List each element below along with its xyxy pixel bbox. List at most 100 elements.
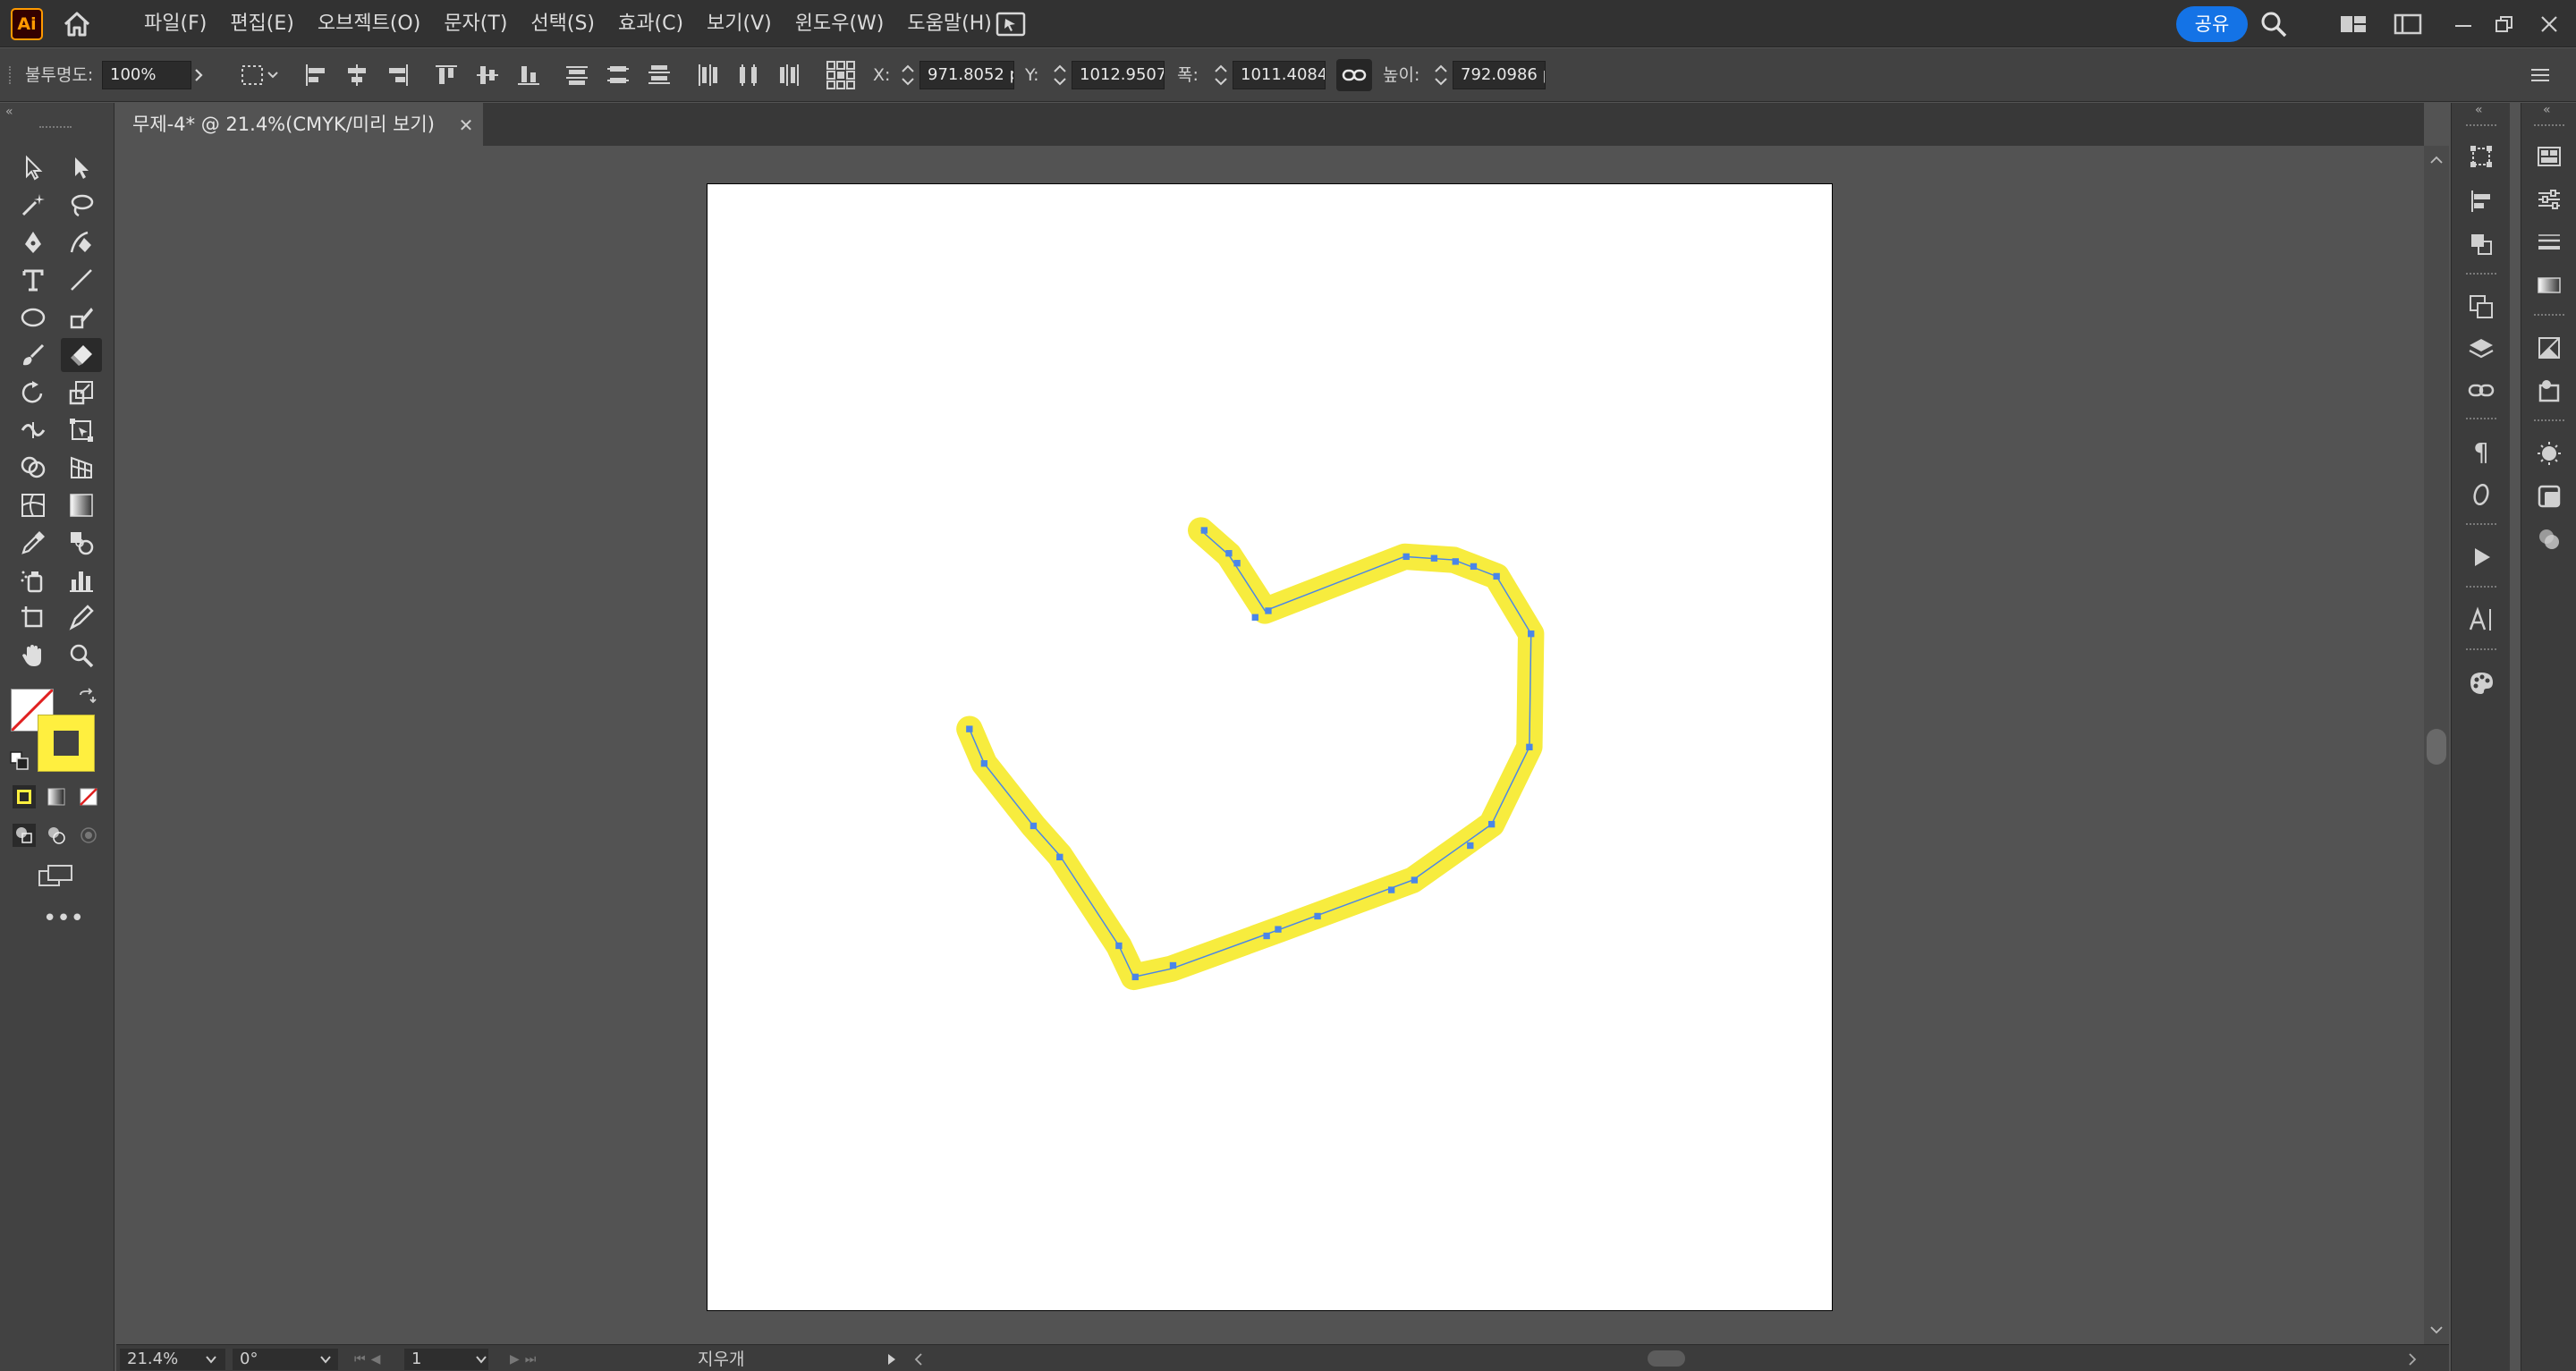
mesh-tool-icon[interactable]	[13, 488, 54, 522]
artboard-next-last-icon[interactable]: ▶⏭	[510, 1352, 541, 1367]
appearance-panel-icon[interactable]	[2529, 436, 2569, 471]
type-tool-icon[interactable]	[13, 263, 54, 297]
align-right-icon[interactable]	[383, 59, 413, 91]
height-stepper-icon[interactable]	[1431, 59, 1451, 91]
pathfinder-panel-icon[interactable]	[2462, 226, 2501, 262]
color-mode-icon[interactable]	[13, 785, 36, 808]
stroke-panel-icon[interactable]	[2529, 224, 2569, 260]
symbol-sprayer-tool-icon[interactable]	[13, 563, 54, 597]
curvature-tool-icon[interactable]	[61, 225, 102, 259]
magic-wand-tool-icon[interactable]	[13, 188, 54, 222]
x-position-input[interactable]: 971.8052 p	[919, 61, 1014, 89]
select-similar-icon[interactable]	[238, 59, 281, 91]
status-menu-arrow-icon[interactable]	[886, 1352, 898, 1367]
distribute-hcenter-icon[interactable]	[733, 59, 764, 91]
x-stepper-icon[interactable]	[898, 59, 918, 91]
properties-panel-icon[interactable]	[2529, 139, 2569, 174]
collapse-icon[interactable]: «	[2475, 103, 2483, 117]
eraser-icon[interactable]	[61, 338, 102, 372]
link-icon[interactable]	[1336, 59, 1372, 91]
menu-lines-icon[interactable]	[2522, 59, 2558, 91]
layers-icon[interactable]	[2462, 332, 2501, 368]
artboards-panel-icon[interactable]	[2462, 289, 2501, 325]
distribute-vcenter-icon[interactable]	[603, 59, 633, 91]
minimize-icon[interactable]	[2445, 9, 2481, 39]
free-transform-tool-icon[interactable]	[61, 413, 102, 447]
graphic-styles-icon[interactable]	[2529, 478, 2569, 514]
artboard-first-prev-icon[interactable]: ⏮◀	[354, 1352, 386, 1367]
panel-layout-icon[interactable]	[2390, 9, 2426, 39]
swap-fill-stroke-icon[interactable]	[77, 688, 97, 707]
draw-normal-icon[interactable]	[13, 824, 36, 847]
reference-point-icon[interactable]	[823, 59, 859, 91]
asset-export-icon[interactable]	[2529, 373, 2569, 409]
draw-inside-icon[interactable]	[77, 824, 100, 847]
pen-tool-icon[interactable]	[13, 225, 54, 259]
width-stepper-icon[interactable]	[1211, 59, 1231, 91]
scale-tool-icon[interactable]	[61, 376, 102, 410]
selection-tool-icon[interactable]	[13, 150, 54, 184]
gradient-tool-icon[interactable]	[61, 488, 102, 522]
share-button[interactable]: 공유	[2176, 6, 2248, 42]
hscroll-right-icon[interactable]	[2406, 1352, 2419, 1367]
transparency-panel-icon[interactable]	[2529, 521, 2569, 557]
collapse-icon[interactable]: «	[5, 105, 13, 119]
align-panel-icon[interactable]	[2462, 183, 2501, 219]
more-tools-icon[interactable]: •••	[43, 907, 84, 930]
search-icon[interactable]	[2256, 9, 2292, 39]
collapse-icon[interactable]: «	[2543, 103, 2551, 117]
line-tool-icon[interactable]	[61, 263, 102, 297]
perspective-grid-tool-icon[interactable]	[61, 451, 102, 485]
slice-tool-icon[interactable]	[61, 601, 102, 635]
menu-select[interactable]: 선택(S)	[519, 0, 606, 47]
menu-effect[interactable]: 효과(C)	[606, 0, 695, 47]
stroke-swatch[interactable]	[38, 715, 95, 772]
restore-icon[interactable]	[2487, 9, 2522, 39]
menu-type[interactable]: 문자(T)	[432, 0, 519, 47]
menu-window[interactable]: 윈도우(W)	[784, 0, 896, 47]
default-colors-icon[interactable]	[9, 750, 30, 772]
hscroll-left-icon[interactable]	[912, 1352, 925, 1367]
y-position-input[interactable]: 1012.9507	[1072, 61, 1165, 89]
align-bottom-icon[interactable]	[513, 59, 544, 91]
opacity-input[interactable]: 100%	[102, 61, 191, 89]
distribute-top-icon[interactable]	[562, 59, 592, 91]
menu-object[interactable]: 오브젝트(O)	[306, 0, 432, 47]
draw-behind-icon[interactable]	[45, 824, 68, 847]
rotate-tool-icon[interactable]	[13, 376, 54, 410]
actions-panel-icon[interactable]	[2462, 539, 2501, 575]
direct-selection-tool-icon[interactable]	[61, 150, 102, 184]
close-icon[interactable]	[2531, 9, 2567, 39]
gradient-panel-icon[interactable]	[2529, 267, 2569, 303]
document-tab[interactable]: 무제-4* @ 21.4%(CMYK/미리 보기)	[116, 103, 483, 146]
horizontal-scroll-thumb[interactable]	[1648, 1350, 1685, 1367]
color-themes-icon[interactable]	[2462, 664, 2501, 700]
transform-panel-icon[interactable]	[2462, 139, 2501, 174]
chevron-right-icon[interactable]	[186, 59, 211, 91]
links-panel-icon[interactable]	[2462, 373, 2501, 409]
y-stepper-icon[interactable]	[1050, 59, 1070, 91]
zoom-dropdown-icon[interactable]	[204, 1354, 218, 1365]
shaper-tool-icon[interactable]	[61, 300, 102, 334]
column-graph-tool-icon[interactable]	[61, 563, 102, 597]
sliders-panel-icon[interactable]	[2529, 182, 2569, 217]
artboard-dropdown-icon[interactable]	[474, 1354, 488, 1365]
height-input[interactable]: 792.0986 p	[1453, 61, 1546, 89]
close-tab-icon[interactable]: ✕	[454, 114, 478, 137]
artboard-tool-icon[interactable]	[13, 601, 54, 635]
hand-tool-icon[interactable]	[13, 639, 54, 673]
width-tool-icon[interactable]	[13, 413, 54, 447]
distribute-bottom-icon[interactable]	[644, 59, 674, 91]
align-left-icon[interactable]	[301, 59, 331, 91]
shape-builder-tool-icon[interactable]	[13, 451, 54, 485]
none-mode-icon[interactable]	[77, 785, 100, 808]
vertical-scroll-thumb[interactable]	[2427, 729, 2446, 765]
distribute-left-icon[interactable]	[692, 59, 723, 91]
home-icon[interactable]	[55, 7, 98, 41]
align-center-icon[interactable]	[342, 59, 372, 91]
lasso-tool-icon[interactable]	[61, 188, 102, 222]
character-styles-icon[interactable]	[2462, 602, 2501, 638]
align-top-icon[interactable]	[431, 59, 462, 91]
image-trace-icon[interactable]	[2529, 330, 2569, 366]
zoom-tool-icon[interactable]	[61, 639, 102, 673]
